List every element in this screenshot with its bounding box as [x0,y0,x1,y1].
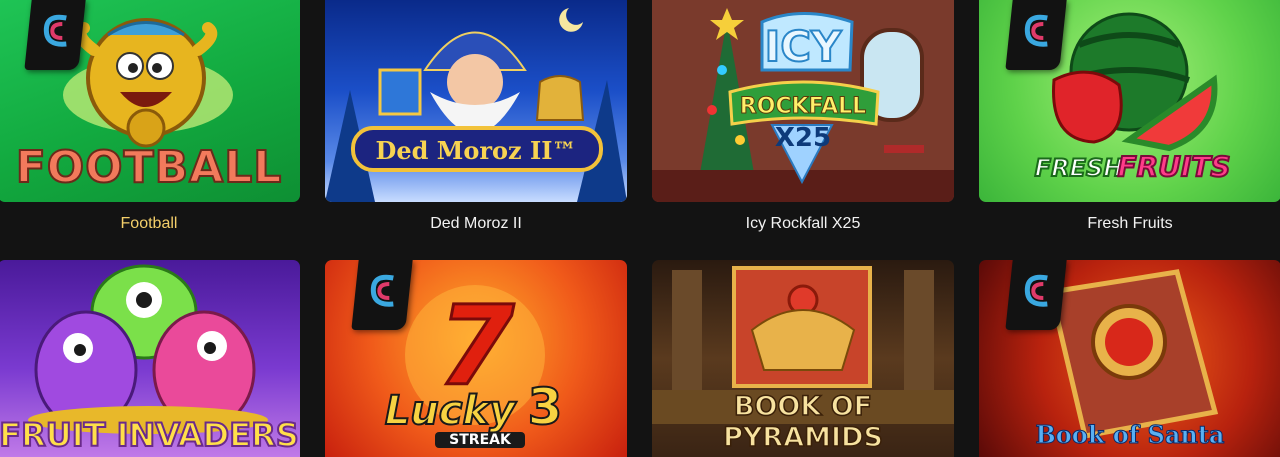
game-caption-football[interactable]: Football [0,215,300,233]
provider-badge [1005,0,1067,70]
game-tile-book-of-pyramids[interactable]: BOOK OF PYRAMIDS [652,260,954,457]
provider-badge [351,260,413,330]
book-of-pyramids-art-title: BOOK OF PYRAMIDS [722,390,883,454]
lucky-streak-art-title-b: 3 [527,377,564,437]
game-caption-ded-moroz[interactable]: Ded Moroz II [325,215,627,233]
provider-logo-icon [370,274,394,307]
provider-badge [1005,260,1067,330]
game-tile-ded-moroz[interactable]: Ded Moroz II™ [325,0,627,202]
provider-badge [24,0,86,70]
ded-moroz-art-title: Ded Moroz II™ [375,136,577,165]
fresh-fruits-art-title-b: FRUITS [1116,149,1231,184]
lucky-streak-art-title-c: STREAK [435,432,525,448]
provider-logo-icon [1024,14,1048,47]
icy-rockfall-art-title-mid: ROCKFALL [739,94,867,120]
game-tile-icy-rockfall[interactable]: ICY ROCKFALL X25 [652,0,954,202]
game-tile-fruit-invaders[interactable]: FRUIT INVADERS [0,260,300,457]
game-caption-icy-rockfall[interactable]: Icy Rockfall X25 [652,215,954,233]
game-caption-fresh-fruits[interactable]: Fresh Fruits [979,215,1280,233]
provider-logo-icon [43,14,67,47]
fruit-invaders-art-title: FRUIT INVADERS [0,415,300,455]
game-tile-lucky-streak[interactable]: 7 Lucky 3 STREAK [325,260,627,457]
game-tile-book-of-santa[interactable]: Book of Santa [979,260,1280,457]
ded-moroz-artwork [325,8,627,202]
lucky-streak-art-title-a: Lucky [384,387,516,435]
icy-rockfall-art-title-bot: X25 [774,123,832,153]
game-tile-fresh-fruits[interactable]: FRESH FRUITS [979,0,1280,202]
book-of-santa-art-title: Book of Santa [1035,420,1225,450]
football-art-title: FOOTBALL [15,141,283,194]
game-tile-football[interactable]: FOOTBALL [0,0,300,202]
icy-rockfall-art-title-top: ICY [764,21,843,72]
provider-logo-icon [1024,274,1048,307]
